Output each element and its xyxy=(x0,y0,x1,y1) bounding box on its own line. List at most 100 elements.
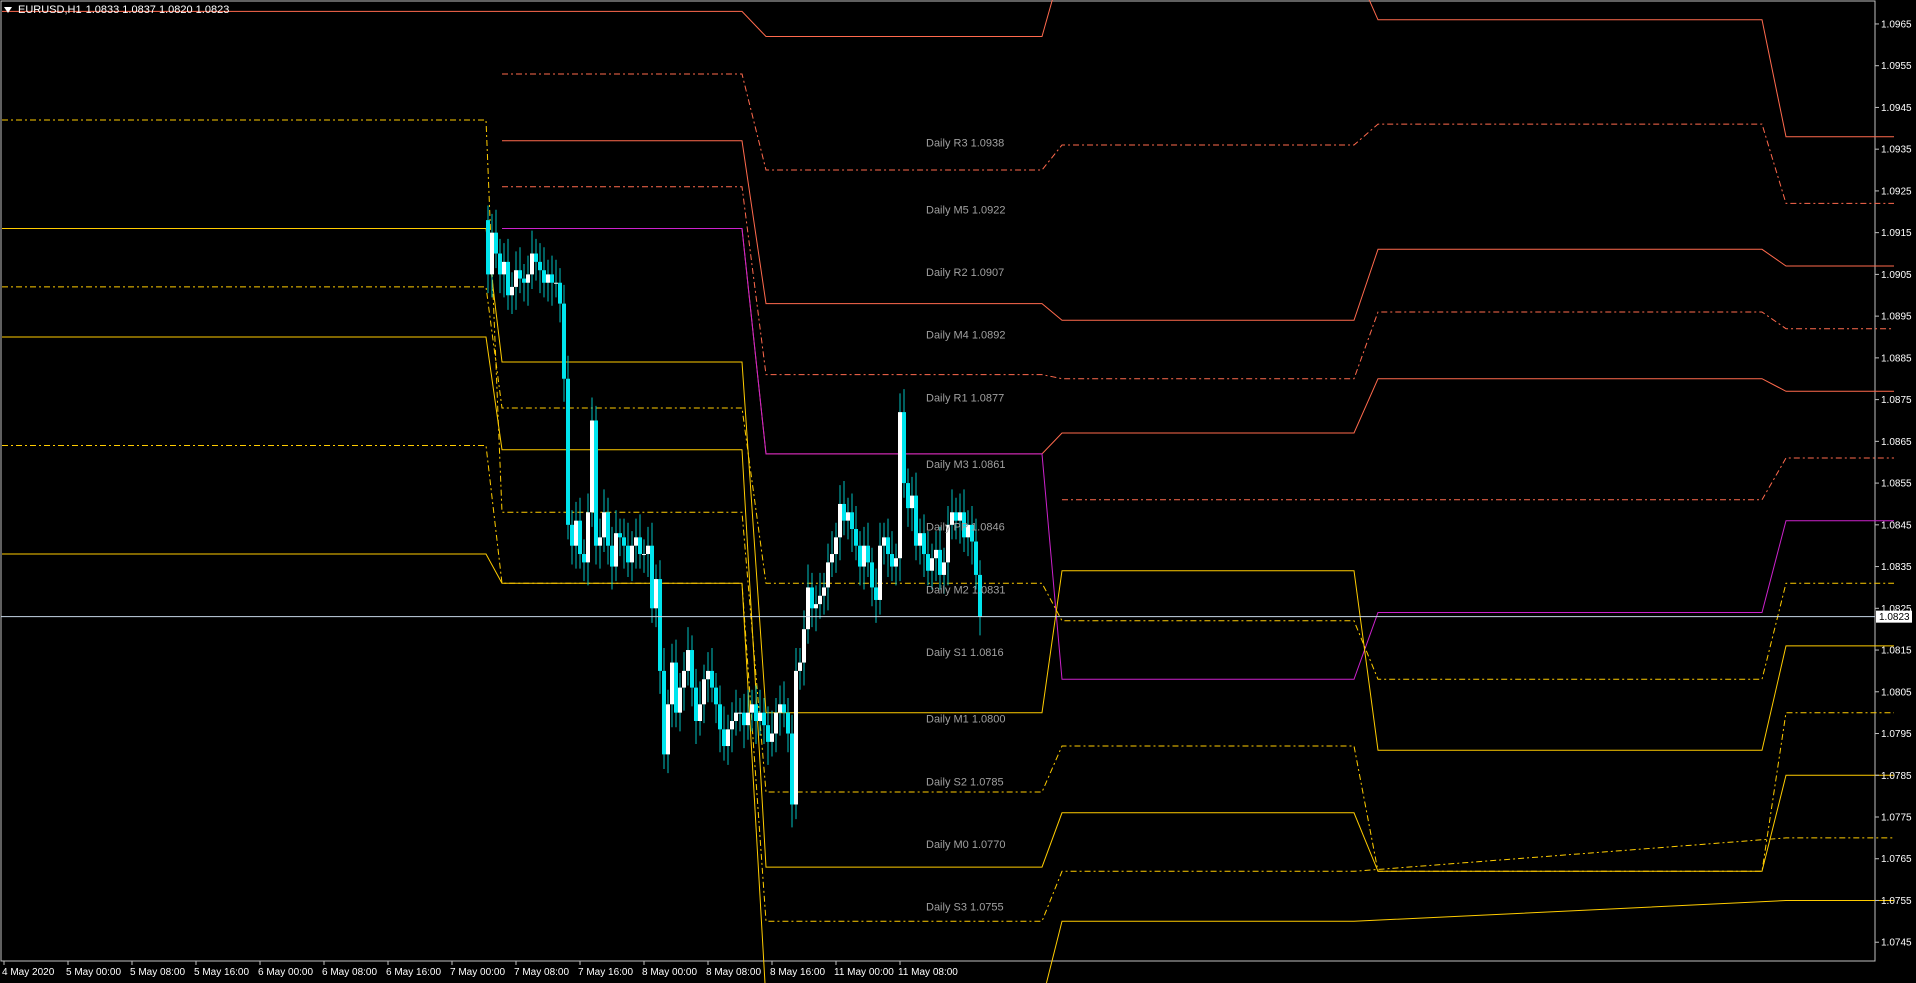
candle-body xyxy=(538,261,542,271)
candle xyxy=(754,685,758,744)
candle xyxy=(614,510,618,582)
candle xyxy=(882,522,886,565)
candle xyxy=(822,572,826,615)
pivot-line-pp xyxy=(502,228,1894,680)
candle xyxy=(970,506,974,565)
price-tick-label-19: 1.0775 xyxy=(1881,813,1912,824)
price-tick-label-2: 1.0945 xyxy=(1881,103,1912,114)
candle-body xyxy=(618,533,622,538)
time-tick-label-8: 7 May 08:00 xyxy=(514,967,569,978)
candle xyxy=(962,489,966,552)
candle xyxy=(746,689,750,740)
candle-body xyxy=(590,420,594,513)
candle xyxy=(702,664,706,724)
pivot-label-m1: Daily M1 1.0800 xyxy=(926,714,1006,726)
candle-body xyxy=(722,729,726,747)
candle-body xyxy=(846,512,850,521)
candle-body xyxy=(826,562,830,588)
candle xyxy=(918,518,922,565)
candle-body xyxy=(594,420,598,546)
candle xyxy=(770,710,774,757)
candle-body xyxy=(634,537,638,546)
candle-body xyxy=(662,670,666,755)
candle-body xyxy=(670,662,674,705)
candle xyxy=(798,647,802,690)
candle xyxy=(598,518,602,569)
candle xyxy=(858,531,862,586)
candle xyxy=(870,547,874,607)
candle-body xyxy=(570,524,574,546)
candle xyxy=(550,255,554,306)
candle xyxy=(494,209,498,269)
candle-body xyxy=(658,579,662,671)
candle xyxy=(782,681,786,728)
candle xyxy=(594,405,598,565)
price-tick-label-0: 1.0965 xyxy=(1881,19,1912,30)
time-tick-label-4: 6 May 00:00 xyxy=(258,967,313,978)
price-tick-label-18: 1.0785 xyxy=(1881,771,1912,782)
candle xyxy=(582,539,586,582)
chart-window[interactable]: Daily R3 1.0938 Daily M5 1.0922 Daily R2 1… xyxy=(0,0,1916,983)
candle-body xyxy=(586,512,590,563)
price-tick-label-1: 1.0955 xyxy=(1881,61,1912,72)
candle-body xyxy=(854,529,858,546)
candle-body xyxy=(838,503,842,538)
candle xyxy=(926,531,930,586)
candle xyxy=(874,568,878,623)
time-axis[interactable]: 4 May 2020 5 May 00:00 5 May 08:00 5 May 16… xyxy=(2,961,958,978)
candle xyxy=(958,493,962,544)
pivot-line-m4 xyxy=(502,186,1894,380)
candle xyxy=(622,518,626,569)
candle-body xyxy=(774,712,778,734)
candle-body xyxy=(822,587,826,596)
price-tick-label-15: 1.0815 xyxy=(1881,646,1912,657)
candle-body xyxy=(534,253,538,262)
chart-menu-arrow-icon[interactable] xyxy=(4,7,12,13)
candle xyxy=(838,485,842,561)
candle xyxy=(630,531,634,582)
candle-body xyxy=(486,220,490,275)
candle xyxy=(902,389,906,498)
pivot-line-s3 xyxy=(2,553,1894,983)
candle-body xyxy=(798,662,802,671)
pivot-line-m3 xyxy=(1062,457,1894,501)
candle-body xyxy=(734,712,738,721)
chart-header[interactable]: EURUSD,H1 1.0833 1.0837 1.0820 1.0823 xyxy=(4,4,229,16)
candle-body xyxy=(614,533,618,567)
candle-body xyxy=(922,533,926,555)
price-axis[interactable]: 1.0965 1.0955 1.0945 1.0935 1.0925 1.0915 1.09… xyxy=(1875,19,1912,949)
candle xyxy=(842,481,846,536)
candle xyxy=(790,714,794,828)
price-tick-label-21: 1.0755 xyxy=(1881,896,1912,907)
candle-body xyxy=(890,554,894,567)
candle xyxy=(618,518,622,557)
candle xyxy=(938,526,942,590)
candle-body xyxy=(582,554,586,563)
candle xyxy=(638,514,642,569)
candle xyxy=(786,698,790,753)
price-tick-label-5: 1.0915 xyxy=(1881,228,1912,239)
candle xyxy=(826,543,830,611)
candle xyxy=(678,673,682,732)
candle-body xyxy=(574,520,578,546)
candle xyxy=(502,243,506,298)
pivot-label-pp: Daily PP 1.0846 xyxy=(926,522,1005,534)
candle-body xyxy=(566,378,570,525)
candle xyxy=(626,522,630,577)
candle xyxy=(634,518,638,569)
symbol-timeframe: EURUSD,H1 xyxy=(18,4,82,16)
candle xyxy=(610,526,614,590)
candle-body xyxy=(626,545,630,563)
candle-body xyxy=(638,537,642,555)
candle-body xyxy=(926,554,930,571)
time-tick-label-10: 8 May 00:00 xyxy=(642,967,697,978)
price-chart[interactable]: Daily R3 1.0938 Daily M5 1.0922 Daily R2 1… xyxy=(0,0,1916,983)
pivot-line-r1 xyxy=(502,228,1894,455)
time-tick-label-13: 11 May 00:00 xyxy=(834,967,894,978)
candle xyxy=(846,497,850,540)
candle xyxy=(914,472,918,561)
candle xyxy=(810,572,814,628)
candle xyxy=(606,497,610,565)
candle-body xyxy=(938,549,942,575)
candle-body xyxy=(514,270,518,287)
